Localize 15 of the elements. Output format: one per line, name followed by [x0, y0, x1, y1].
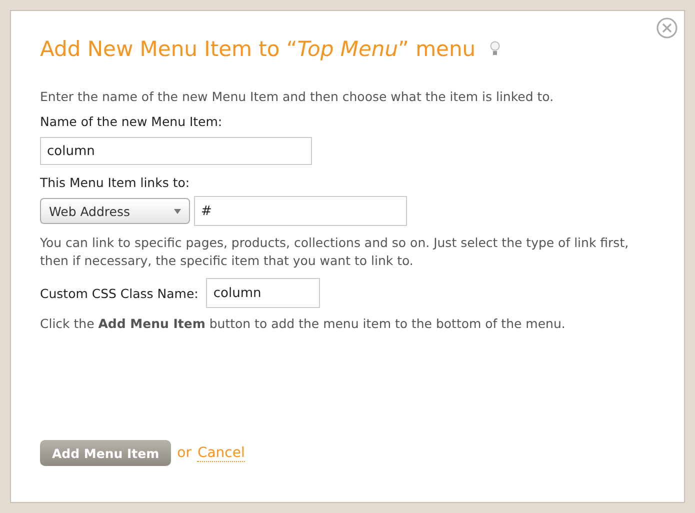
- link-type-dropdown[interactable]: Web Address: [40, 198, 190, 224]
- input-field[interactable]: #: [194, 196, 407, 226]
- close-icon[interactable]: [656, 17, 678, 39]
- help-text: You can link to specific pages, products, collections and so on. Just select the type of link first, then if necessary, the specific item that you want to link to.: [40, 234, 630, 270]
- field-label: Custom CSS Class Name:: [40, 286, 198, 300]
- lightbulb-icon: [490, 41, 500, 57]
- dialog-title: Add New Menu Item to “Top Menu” menu: [40, 37, 476, 61]
- intro-text: Enter the name of the new Menu Item and then choose what the item is linked to.: [40, 89, 555, 104]
- input-field[interactable]: column: [206, 278, 320, 308]
- input-field[interactable]: column: [40, 137, 312, 165]
- or-text: or: [177, 445, 192, 461]
- field-label: Name of the new Menu Item:: [40, 114, 224, 129]
- field-label: This Menu Item links to:: [40, 175, 191, 190]
- caret-icon: [174, 208, 181, 214]
- hint-text: Click the Add Menu Item button to add the menu item to the bottom of the menu.: [40, 316, 566, 331]
